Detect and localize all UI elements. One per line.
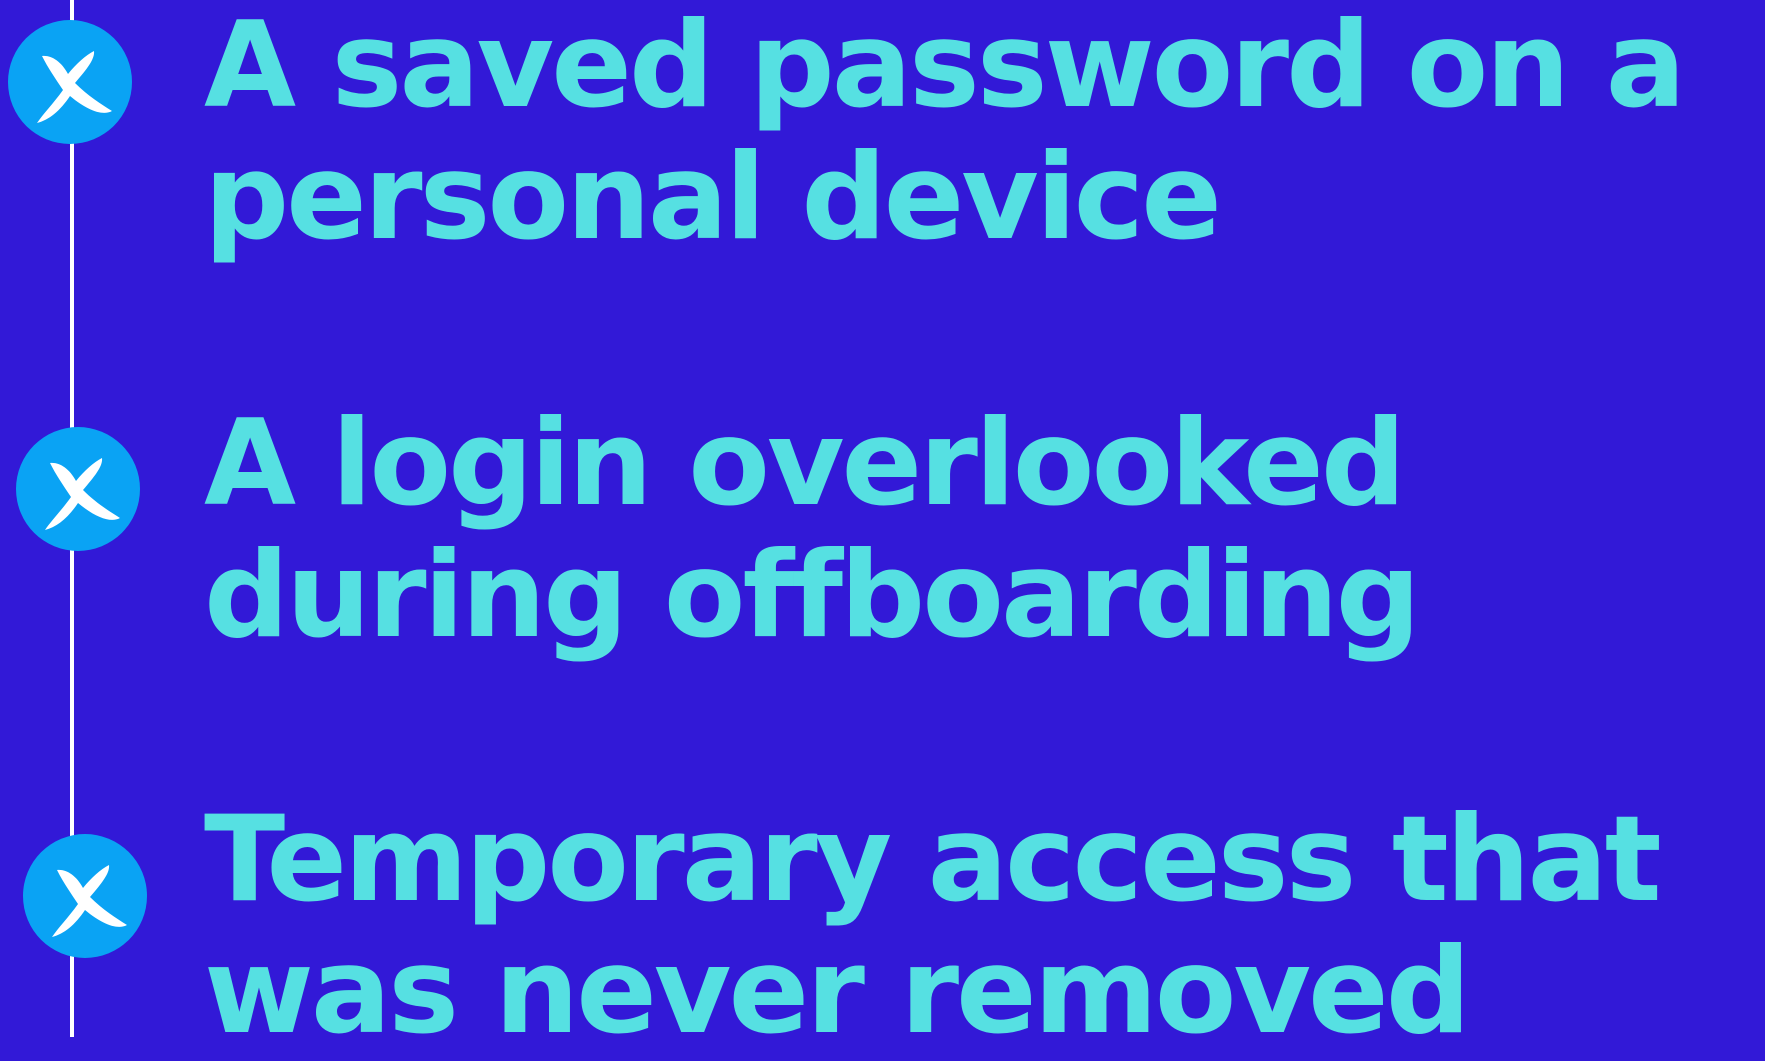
- risk-item-1-line-2: personal device: [204, 129, 1222, 267]
- risk-item-1-text: A saved password on a personal device: [204, 0, 1754, 264]
- risk-item-3-line-1: Temporary access that: [204, 791, 1662, 929]
- risk-item-2-text: A login overlooked during offboarding: [204, 398, 1754, 662]
- x-mark-icon: [16, 427, 140, 551]
- risk-item-3-text: Temporary access that was never removed: [204, 794, 1754, 1058]
- x-mark-icon: [23, 834, 147, 958]
- risk-item-2-line-1: A login overlooked: [204, 395, 1406, 533]
- x-mark-icon: [8, 20, 132, 144]
- risk-item-2-line-2: during offboarding: [204, 527, 1421, 665]
- risk-item-3-line-2: was never removed: [204, 923, 1471, 1061]
- risk-item-1-line-1: A saved password on a: [204, 0, 1686, 135]
